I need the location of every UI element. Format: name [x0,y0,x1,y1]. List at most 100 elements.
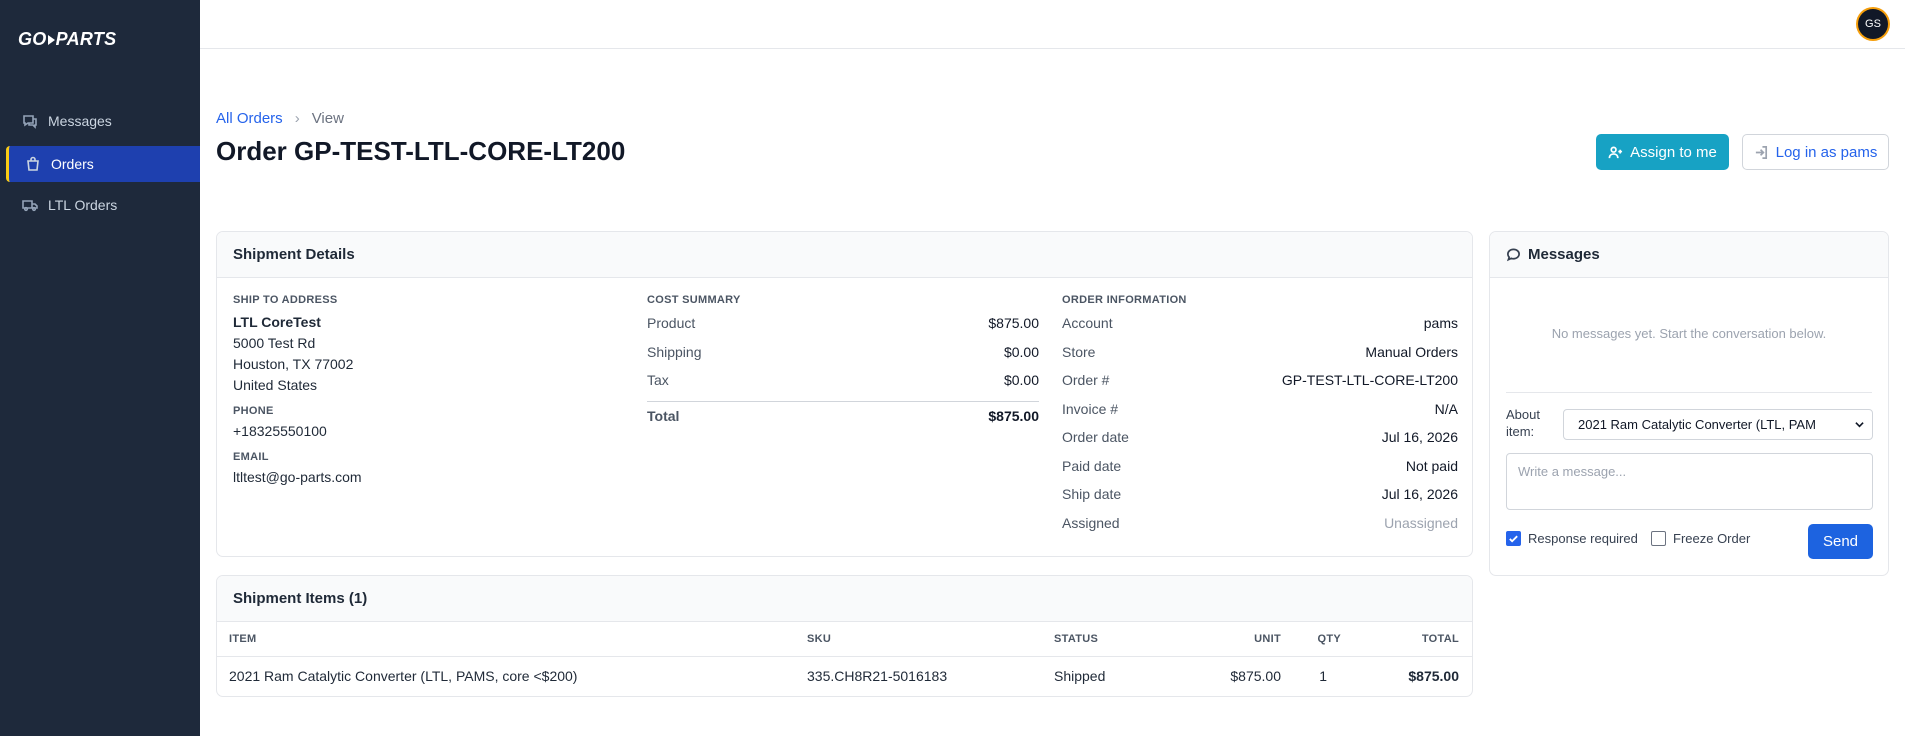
cost-key: Product [647,315,696,332]
column-header-status: STATUS [1054,622,1174,657]
message-input[interactable]: Write a message... [1506,453,1873,510]
order-information-section: ORDER INFORMATION Account pams Store Manua… [1062,294,1458,537]
item-name: 2021 Ram Catalytic Converter (LTL, PAMS,… [229,668,578,685]
info-value: pams [1423,315,1458,332]
order-info-row: Account pams [1062,309,1458,338]
response-required-label: Response required [1528,531,1638,546]
bag-icon [27,156,39,171]
order-info-row: Order # GP-TEST-LTL-CORE-LT200 [1062,366,1458,395]
cost-value: $0.00 [1003,343,1039,360]
messages-header: Messages [1490,232,1888,278]
email-label: EMAIL [233,451,269,463]
info-key: Assigned [1062,514,1120,531]
cost-summary-section: COST SUMMARY Product $875.00 Shipping $0.0… [647,294,1039,430]
logo-text-right: PARTS [55,29,117,49]
shipment-details-card: Shipment Details SHIP TO ADDRESS LTL Cor… [216,231,1473,557]
truck-icon [22,200,38,212]
assign-label: Assign to me [1630,143,1717,161]
info-key: Ship date [1062,486,1122,503]
cost-key: Tax [647,372,669,389]
checkbox-checked-icon[interactable] [1506,531,1521,546]
sidebar-item-ltl-orders[interactable]: LTL Orders [0,187,200,223]
info-value: N/A [1434,400,1458,417]
cost-total-row: Total $875.00 [647,402,1039,431]
assigned-value: Unassigned [1384,514,1458,531]
cost-row: Tax $0.00 [647,366,1039,395]
user-plus-icon [1608,146,1623,158]
item-unit: $875.00 [1230,668,1281,685]
info-key: Store [1062,343,1096,360]
column-header-sku: SKU [807,622,1054,657]
ship-to-country: United States [233,377,318,393]
about-item-select[interactable]: 2021 Ram Catalytic Converter (LTL, PAM [1563,409,1873,440]
checkbox-unchecked-icon[interactable] [1651,531,1666,546]
log-in-as-button[interactable]: Log in as pams [1742,134,1889,170]
item-qty: 1 [1319,668,1327,685]
cost-row: Product $875.00 [647,309,1039,338]
info-value: Manual Orders [1365,343,1458,360]
sidebar-item-label: Messages [48,113,112,129]
avatar[interactable]: GS [1858,9,1888,39]
shipment-items-title: Shipment Items (1) [217,576,1472,622]
sidebar-item-label: LTL Orders [48,197,118,213]
sidebar-item-label: Orders [51,156,94,172]
table-row[interactable]: 2021 Ram Catalytic Converter (LTL, PAMS,… [217,656,1472,696]
info-key: Account [1062,315,1113,332]
freeze-order-label: Freeze Order [1673,531,1751,546]
response-required-checkbox[interactable]: Response required [1506,531,1638,546]
order-info-row: Assigned Unassigned [1062,509,1458,538]
shipment-items-card: Shipment Items (1) ITEM SKU STATUS UNIT … [216,575,1473,697]
cost-summary-label: COST SUMMARY [647,294,741,306]
column-header-total: TOTAL [1343,622,1472,657]
cost-row: Shipping $0.00 [647,338,1039,367]
chat-bubble-icon [1506,248,1520,262]
login-label: Log in as pams [1775,143,1878,161]
order-info-row: Invoice # N/A [1062,395,1458,424]
item-sku: 335.CH8R21-5016183 [807,668,948,685]
about-item-label: About item: [1506,407,1540,439]
empty-messages-text: No messages yet. Start the conversation … [1551,326,1827,341]
sidebar-item-messages[interactable]: Messages [0,103,200,139]
info-value: Jul 16, 2026 [1381,486,1458,503]
order-info-row: Paid date Not paid [1062,452,1458,481]
sidebar: GO PARTS Messages Orders LTL Orders [0,0,200,736]
info-key: Order date [1062,429,1129,446]
order-info-row: Ship date Jul 16, 2026 [1062,480,1458,509]
ship-to-street: 5000 Test Rd [233,335,316,351]
phone-value: +18325550100 [233,423,327,439]
order-info-row: Store Manual Orders [1062,338,1458,367]
order-info-row: Order date Jul 16, 2026 [1062,423,1458,452]
chevron-down-icon [1855,422,1864,428]
page-title: Order GP-TEST-LTL-CORE-LT200 [216,136,626,166]
cost-value: $875.00 [988,315,1039,332]
send-button[interactable]: Send [1808,524,1873,559]
messages-title: Messages [1528,246,1600,263]
info-value: Not paid [1405,457,1458,474]
logo[interactable]: GO PARTS [18,29,116,50]
login-icon [1755,145,1767,159]
total-value: $875.00 [988,407,1039,424]
breadcrumb-current: View [311,110,344,127]
cost-key: Shipping [647,343,702,360]
assign-to-me-button[interactable]: Assign to me [1596,134,1729,170]
chevron-right-icon: › [294,110,300,127]
info-key: Order # [1062,372,1110,389]
chat-icon [23,115,37,129]
order-information-label: ORDER INFORMATION [1062,294,1187,306]
ship-to-label: SHIP TO ADDRESS [233,294,338,306]
ship-to-section: SHIP TO ADDRESS LTL CoreTest 5000 Test R… [233,294,613,488]
item-status: Shipped [1054,668,1106,685]
total-label: Total [647,407,680,424]
logo-arrow-icon [47,34,55,45]
freeze-order-checkbox[interactable]: Freeze Order [1651,531,1750,546]
sidebar-item-orders[interactable]: Orders [6,146,200,182]
column-header-qty: QTY [1281,622,1343,657]
topbar: GS [200,0,1905,49]
messages-divider [1506,392,1872,393]
item-total: $875.00 [1408,668,1459,685]
logo-text-left: GO [18,29,47,49]
info-value: GP-TEST-LTL-CORE-LT200 [1281,372,1458,389]
about-item-value: 2021 Ram Catalytic Converter (LTL, PAM [1578,417,1816,432]
info-value: Jul 16, 2026 [1381,429,1458,446]
breadcrumb-all-orders[interactable]: All Orders [216,110,283,127]
